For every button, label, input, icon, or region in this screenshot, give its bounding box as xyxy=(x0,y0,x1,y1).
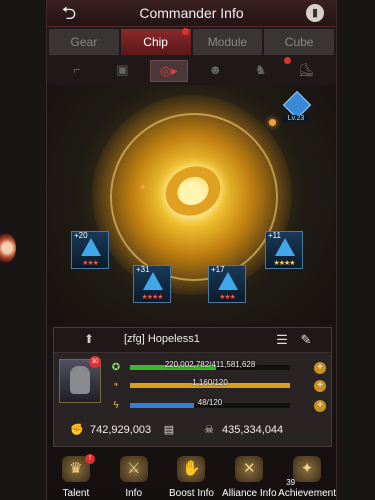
spark-icon xyxy=(141,185,145,189)
bar-chart-icon[interactable]: ▮ xyxy=(306,4,324,22)
edit-icon[interactable]: ✎ xyxy=(298,332,314,348)
plus-icon[interactable]: + xyxy=(314,362,326,374)
info-icon: ⚔ xyxy=(119,456,148,482)
energy-bar-row: ϟ 48/120 + xyxy=(106,398,328,414)
chip-stars: ★★★★ xyxy=(141,294,163,301)
armor-icon[interactable]: ▣ xyxy=(104,60,140,80)
commander-panel: ⬆ [zfg] Hopeless1 ☰ ✎ 30 ✪ 220,002,782/4… xyxy=(53,327,332,447)
chip-stars: ★★★★ xyxy=(273,260,295,267)
might-value: 742,929,003 xyxy=(90,424,152,436)
level-icon: ✪ xyxy=(111,362,121,373)
commander-name-bar: ⬆ [zfg] Hopeless1 ☰ ✎ xyxy=(54,328,331,353)
slot-subtabs: ⌐ ▣ ◎▸ ☻ ♞ ⛸ xyxy=(59,57,324,82)
vest-icon[interactable]: ♞ xyxy=(243,60,279,80)
helmet-icon xyxy=(70,366,90,394)
boost-icon: ✋ xyxy=(177,456,206,482)
side-avatar-orb[interactable] xyxy=(0,233,16,263)
energy-icon: ϟ xyxy=(113,400,119,411)
ring-icon[interactable]: ◎▸ xyxy=(149,60,188,82)
mask-icon[interactable]: ☻ xyxy=(197,60,233,80)
header-bar: ⮌ Commander Info ▮ xyxy=(47,0,336,27)
tab-gear[interactable]: Gear xyxy=(49,29,119,55)
chip-triangle-icon xyxy=(81,238,101,256)
chip-stars: ★★★ xyxy=(219,294,236,301)
list-icon[interactable]: ☰ xyxy=(274,332,290,348)
top-chip-level: Lv.23 xyxy=(283,115,309,122)
chip-stars: ★★★ xyxy=(82,260,99,267)
plus-icon[interactable]: + xyxy=(314,380,326,392)
rank-icon: ⬆ xyxy=(83,332,95,346)
chip-slot-right[interactable]: +11 ★★★★ xyxy=(265,231,303,269)
ammo-text: 1,160/120 xyxy=(192,378,228,387)
fist-icon: ✊ xyxy=(70,424,84,436)
nav-label: Achievement xyxy=(278,488,336,499)
ammo-bar-row: ⁍ 1,160/120 + xyxy=(106,378,328,394)
boots-icon[interactable]: ⛸ xyxy=(283,57,324,80)
achievement-level: 39 xyxy=(286,478,296,487)
chip-slot-bottom-right[interactable]: +17 ★★★ xyxy=(208,265,246,303)
chip-triangle-icon xyxy=(143,272,163,290)
power-row: ✊ 742,929,003 ▤ ☠ 435,334,044 xyxy=(54,420,331,440)
bottom-nav: ♛ ! Talent ⚔ Info ✋ Boost Info ✕ Allianc… xyxy=(47,452,336,500)
top-chip-slot[interactable]: Lv.23 xyxy=(282,90,312,125)
chip-triangle-icon xyxy=(275,238,295,256)
spark-icon xyxy=(269,119,276,126)
commander-info-window: ⮌ Commander Info ▮ Gear Chip Module Cube… xyxy=(46,0,337,500)
nav-achievement[interactable]: ✦ 39 Achievement xyxy=(278,452,336,500)
player-name: [zfg] Hopeless1 xyxy=(124,333,200,345)
notification-dot xyxy=(181,28,189,35)
chip-stage: Lv.23 +20 ★★★ +31 ★★★★ +17 ★★★ +11 ★★★★ xyxy=(47,85,336,325)
chip-triangle-icon xyxy=(218,272,238,290)
energy-text: 48/120 xyxy=(197,398,223,407)
page-title: Commander Info xyxy=(139,5,244,21)
tab-chip-label: Chip xyxy=(143,35,168,49)
notification-dot xyxy=(283,57,291,64)
bullet-icon: ⁍ xyxy=(113,380,119,391)
tab-cube[interactable]: Cube xyxy=(264,29,334,55)
info-box-icon[interactable]: ▤ xyxy=(162,423,176,437)
alliance-icon: ✕ xyxy=(235,456,264,482)
tab-module[interactable]: Module xyxy=(192,29,263,55)
plus-icon[interactable]: + xyxy=(314,400,326,412)
vip-badge: 30 xyxy=(89,356,101,368)
tab-chip[interactable]: Chip xyxy=(120,28,191,55)
notification-badge: ! xyxy=(85,454,95,464)
exp-bar-row: ✪ 220,002,782/411,581,628 + xyxy=(106,360,328,376)
exp-text: 220,002,782/411,581,628 xyxy=(164,360,256,369)
gun-icon[interactable]: ⌐ xyxy=(59,60,95,80)
tab-bar: Gear Chip Module Cube xyxy=(49,28,334,55)
chip-slot-bottom-left[interactable]: +31 ★★★★ xyxy=(133,265,171,303)
chip-slot-left[interactable]: +20 ★★★ xyxy=(71,231,109,269)
achievement-icon: ✦ xyxy=(293,456,322,482)
skull-icon: ☠ xyxy=(204,424,214,436)
kills-value: 435,334,044 xyxy=(222,424,284,436)
